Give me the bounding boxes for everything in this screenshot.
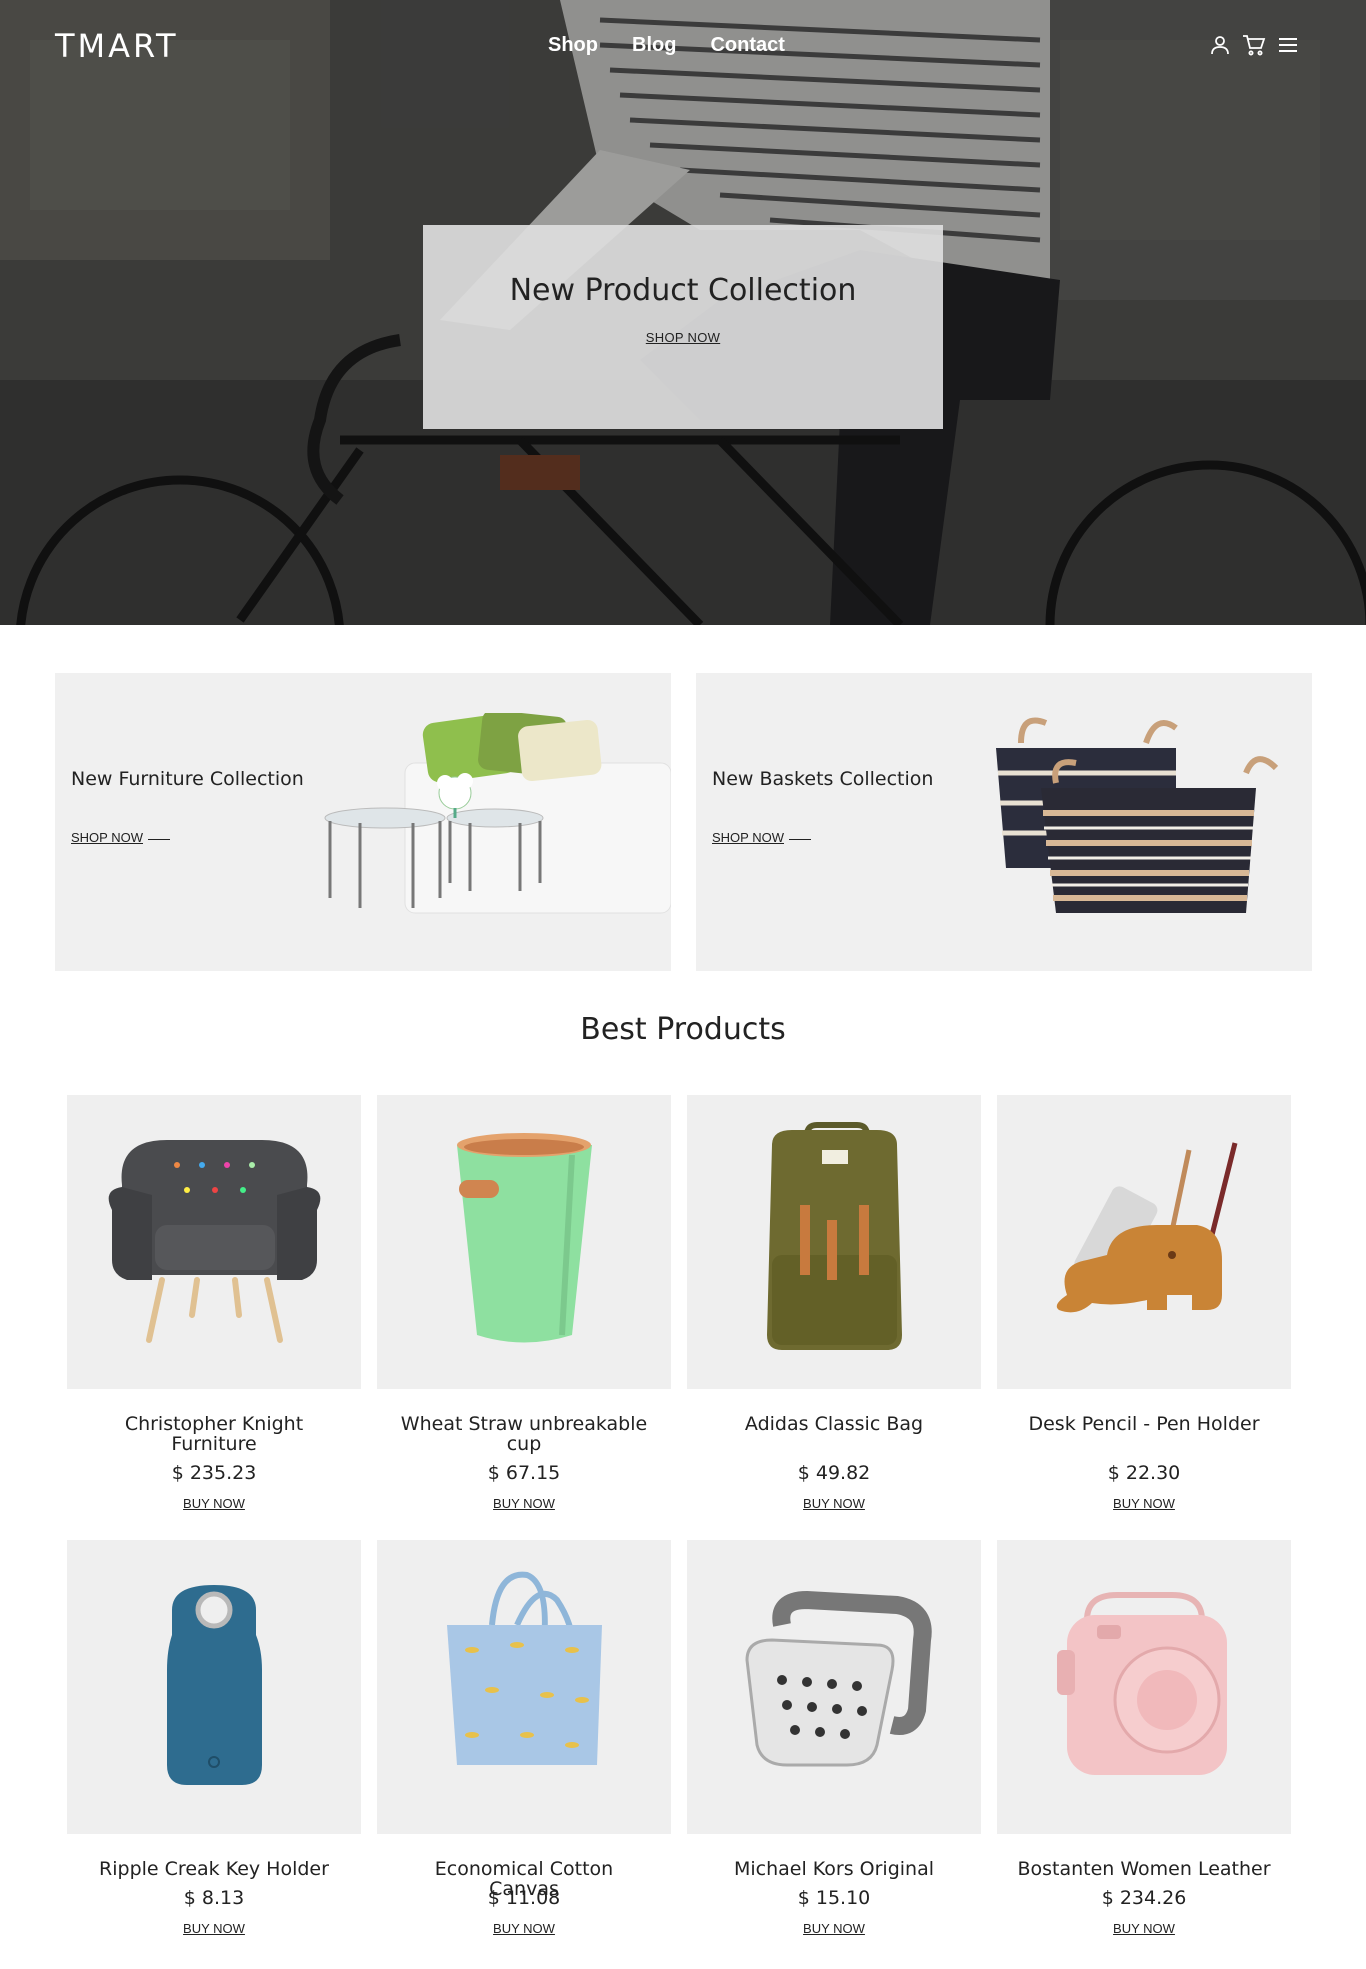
product-price: $ 235.23	[171, 1462, 257, 1484]
product-price: $ 67.15	[487, 1462, 561, 1484]
banner-title: New Baskets Collection	[712, 768, 934, 790]
buy-now-link[interactable]: BUY NOW	[687, 1496, 981, 1511]
banner-shop-now-link[interactable]: SHOP NOW	[712, 830, 784, 845]
nav-blog[interactable]: Blog	[632, 34, 676, 57]
main-nav: Shop Blog Contact	[548, 34, 785, 57]
product-image[interactable]	[687, 1095, 981, 1389]
buy-now-link[interactable]: BUY NOW	[377, 1496, 671, 1511]
product-price: $ 22.30	[1107, 1462, 1181, 1484]
product-name[interactable]: Christopher Knight Furniture	[67, 1414, 361, 1454]
product-image[interactable]	[687, 1540, 981, 1834]
sofa-table-image	[324, 713, 671, 914]
product-price: $ 8.13	[183, 1887, 245, 1909]
product-card: Economical Cotton Canvas $ 11.08 BUY NOW	[377, 1540, 671, 1936]
product-image[interactable]	[997, 1540, 1291, 1834]
product-image[interactable]	[997, 1095, 1291, 1389]
user-icon[interactable]	[1208, 33, 1232, 57]
cart-icon[interactable]	[1242, 33, 1266, 57]
baskets-collection-banner[interactable]: New Baskets Collection SHOP NOW	[696, 673, 1312, 971]
buy-now-link[interactable]: BUY NOW	[997, 1921, 1291, 1936]
sink-caddy-icon	[745, 1590, 932, 1767]
product-name[interactable]: Desk Pencil - Pen Holder	[997, 1414, 1291, 1434]
buy-now-link[interactable]: BUY NOW	[377, 1921, 671, 1936]
header-actions	[1208, 33, 1300, 57]
nav-contact[interactable]: Contact	[710, 34, 784, 57]
product-card: Michael Kors Original $ 15.10 BUY NOW	[687, 1540, 981, 1936]
menu-icon[interactable]	[1276, 33, 1300, 57]
buy-now-link[interactable]: BUY NOW	[997, 1496, 1291, 1511]
site-header: TMART Shop Blog Contact	[0, 0, 1366, 95]
product-price: $ 15.10	[797, 1887, 871, 1909]
buy-now-link[interactable]: BUY NOW	[687, 1921, 981, 1936]
buy-now-link[interactable]: BUY NOW	[67, 1496, 361, 1511]
banner-divider-line	[148, 839, 170, 840]
bin-icon	[457, 1133, 592, 1343]
hero-title: New Product Collection	[509, 273, 857, 308]
product-image[interactable]	[377, 1540, 671, 1834]
product-image[interactable]	[67, 1095, 361, 1389]
product-card: Wheat Straw unbreakable cup $ 67.15 BUY …	[377, 1095, 671, 1511]
product-price: $ 11.08	[487, 1887, 561, 1909]
product-price: $ 234.26	[1101, 1887, 1187, 1909]
tote-bag-icon	[447, 1571, 602, 1765]
pen-holder-icon	[1056, 1142, 1238, 1313]
product-card: Adidas Classic Bag $ 49.82 BUY NOW	[687, 1095, 981, 1511]
product-name[interactable]: Bostanten Women Leather	[997, 1859, 1291, 1879]
product-price: $ 49.82	[797, 1462, 871, 1484]
key-holder-icon	[167, 1585, 262, 1785]
backpack-icon	[767, 1122, 902, 1350]
product-name[interactable]: Wheat Straw unbreakable cup	[377, 1414, 671, 1454]
product-name[interactable]: Adidas Classic Bag	[687, 1414, 981, 1434]
product-card: Christopher Knight Furniture $ 235.23 BU…	[67, 1095, 361, 1511]
banner-shop-now-link[interactable]: SHOP NOW	[71, 830, 143, 845]
product-card: Ripple Creak Key Holder $ 8.13 BUY NOW	[67, 1540, 361, 1936]
nav-shop[interactable]: Shop	[548, 34, 598, 57]
hero-section: TMART Shop Blog Contact New Product Coll…	[0, 0, 1366, 625]
armchair-icon	[108, 1140, 321, 1343]
product-image[interactable]	[67, 1540, 361, 1834]
furniture-collection-banner[interactable]: New Furniture Collection SHOP NOW	[55, 673, 671, 971]
product-name[interactable]: Michael Kors Original	[687, 1859, 981, 1879]
best-products-heading: Best Products	[580, 1012, 786, 1047]
product-name[interactable]: Ripple Creak Key Holder	[67, 1859, 361, 1879]
camera-case-icon	[1057, 1592, 1227, 1775]
product-card: Desk Pencil - Pen Holder $ 22.30 BUY NOW	[997, 1095, 1291, 1511]
hero-shop-now-link[interactable]: SHOP NOW	[423, 330, 943, 345]
product-card: Bostanten Women Leather $ 234.26 BUY NOW	[997, 1540, 1291, 1936]
buy-now-link[interactable]: BUY NOW	[67, 1921, 361, 1936]
banner-title: New Furniture Collection	[71, 768, 304, 790]
hero-promo-box: New Product Collection SHOP NOW	[423, 225, 943, 429]
baskets-image	[996, 717, 1279, 913]
product-image[interactable]	[377, 1095, 671, 1389]
site-logo[interactable]: TMART	[55, 27, 179, 65]
banner-divider-line	[789, 839, 811, 840]
